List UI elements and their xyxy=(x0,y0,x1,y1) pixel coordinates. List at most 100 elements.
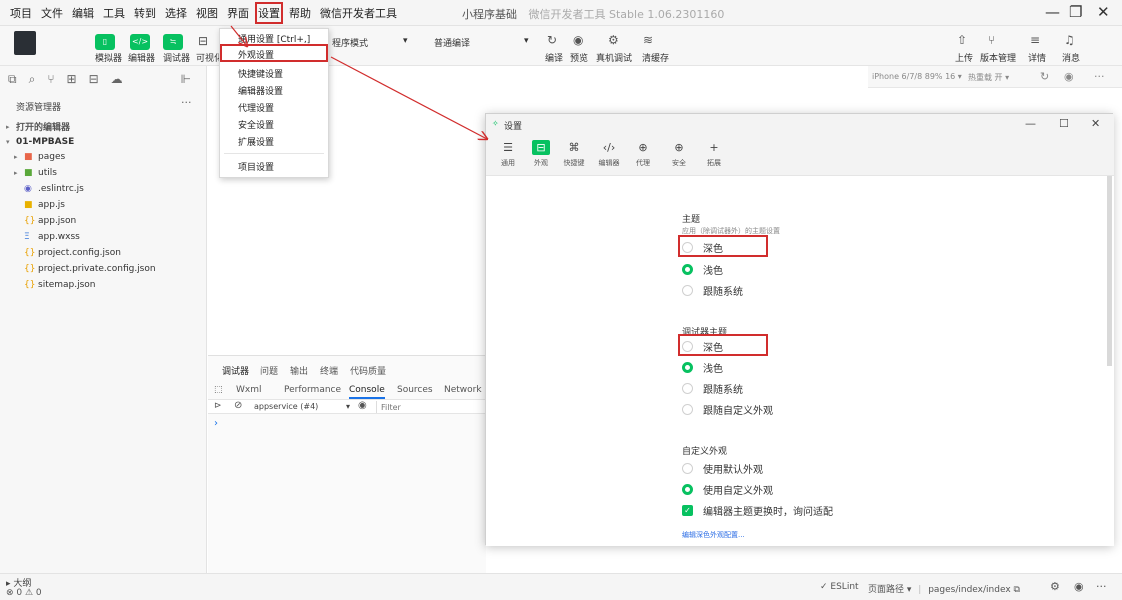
details-icon[interactable]: ≡ xyxy=(1030,33,1040,47)
menu-appearance-settings[interactable]: 外观设置 xyxy=(238,48,274,61)
mode-select-arrow-icon[interactable]: ▾ xyxy=(403,36,408,46)
extensions-icon[interactable]: ⊞ xyxy=(67,72,77,87)
debugger-theme-option-light[interactable]: 浅色 xyxy=(682,360,723,375)
visual-toggle-icon[interactable]: ⊟ xyxy=(198,34,208,48)
eslint-status[interactable]: ✓ ESLint xyxy=(820,582,859,592)
tab-issues[interactable]: 问题 xyxy=(260,364,278,377)
tab-editor[interactable]: ‹/› 编辑器 xyxy=(594,140,624,168)
mode-select[interactable]: 程序模式 xyxy=(332,36,368,49)
minimize-icon[interactable]: — xyxy=(1025,117,1036,130)
list-item[interactable]: {} app.json xyxy=(24,216,76,226)
context-arrow-icon[interactable]: ▾ xyxy=(346,402,350,411)
list-item[interactable]: {} project.config.json xyxy=(24,248,121,258)
more-icon[interactable]: ··· xyxy=(1096,580,1107,593)
tab-terminal[interactable]: 终端 xyxy=(320,364,338,377)
radio-button[interactable] xyxy=(682,264,693,275)
console-prompt[interactable]: › xyxy=(214,418,218,429)
hot-reload-select[interactable]: 热重载 开 ▾ xyxy=(968,72,1009,83)
scrollbar[interactable] xyxy=(1107,176,1112,366)
maximize-icon[interactable]: ☐ xyxy=(1059,117,1069,130)
compile-label[interactable]: 编译 xyxy=(545,51,563,64)
tab-network[interactable]: Network xyxy=(444,385,482,395)
messages-icon[interactable]: ♫ xyxy=(1064,33,1075,47)
source-control-icon[interactable]: ⑂ xyxy=(47,72,54,87)
menu-project[interactable]: 项目 xyxy=(10,5,32,21)
search-icon[interactable]: ⌕ xyxy=(29,72,36,87)
radio-button[interactable] xyxy=(682,285,693,296)
sidebar-toggle-icon[interactable]: ⊳ xyxy=(214,401,222,411)
menu-tools[interactable]: 工具 xyxy=(103,5,125,21)
menu-project-settings[interactable]: 项目设置 xyxy=(238,160,274,173)
preview-label[interactable]: 预览 xyxy=(570,51,588,64)
radio-button[interactable] xyxy=(682,484,693,495)
version-icon[interactable]: ⑂ xyxy=(988,33,995,47)
explorer-more-button[interactable]: ··· xyxy=(181,96,192,109)
tab-shortcuts[interactable]: ⌘ 快捷键 xyxy=(559,140,589,168)
list-item[interactable]: Ξ app.wxss xyxy=(24,232,80,242)
tab-console[interactable]: Console xyxy=(349,385,385,399)
menu-goto[interactable]: 转到 xyxy=(134,5,156,21)
menu-interface[interactable]: 界面 xyxy=(227,5,249,21)
menu-settings[interactable]: 设置 xyxy=(255,2,283,24)
custom-option-custom[interactable]: 使用自定义外观 xyxy=(682,482,773,497)
radio-button[interactable] xyxy=(682,463,693,474)
list-item[interactable]: ▸ ■ pages xyxy=(14,152,65,162)
more-icon[interactable]: ··· xyxy=(1094,70,1105,83)
project-section[interactable]: ▾ 01-MPBASE xyxy=(6,137,74,147)
messages-label[interactable]: 消息 xyxy=(1062,51,1080,64)
editor-toggle-icon[interactable]: </> xyxy=(130,34,150,50)
theme-option-system[interactable]: 跟随系统 xyxy=(682,283,743,298)
list-item[interactable]: ▸ ■ utils xyxy=(14,168,57,178)
preview-icon[interactable]: ◉ xyxy=(573,33,583,47)
clear-cache-label[interactable]: 清缓存 xyxy=(642,51,669,64)
remote-debug-label[interactable]: 真机调试 xyxy=(596,51,632,64)
device-select[interactable]: iPhone 6/7/8 89% 16 ▾ xyxy=(872,72,962,81)
tab-debugger[interactable]: 调试器 xyxy=(222,364,249,377)
close-icon[interactable]: ✕ xyxy=(1091,117,1100,130)
menu-security-settings[interactable]: 安全设置 xyxy=(238,118,274,131)
inspect-icon[interactable]: ⬚ xyxy=(214,385,223,395)
menu-editor-settings[interactable]: 编辑器设置 xyxy=(238,84,283,97)
tab-general[interactable]: ☰ 通用 xyxy=(493,140,523,168)
simulator-toggle-icon[interactable]: ▯ xyxy=(95,34,115,50)
menu-file[interactable]: 文件 xyxy=(41,5,63,21)
preview-eye-icon[interactable]: ◉ xyxy=(1074,580,1084,593)
record-icon[interactable]: ◉ xyxy=(1064,70,1074,83)
upload-icon[interactable]: ⇧ xyxy=(957,33,967,47)
tab-output[interactable]: 输出 xyxy=(290,364,308,377)
open-editors-section[interactable]: ▸ 打开的编辑器 xyxy=(6,120,70,134)
page-path-select[interactable]: 页面路径 ▾ xyxy=(868,585,911,595)
tab-security[interactable]: ⊕ 安全 xyxy=(664,140,694,168)
radio-button[interactable] xyxy=(682,362,693,373)
rotate-icon[interactable]: ↻ xyxy=(1040,70,1049,83)
compile-mode-select[interactable]: 普通编译 xyxy=(434,36,470,49)
tab-extensions[interactable]: + 拓展 xyxy=(699,140,729,168)
menu-extension-settings[interactable]: 扩展设置 xyxy=(238,135,274,148)
debugger-theme-option-system[interactable]: 跟随系统 xyxy=(682,381,743,396)
radio-button[interactable] xyxy=(682,383,693,394)
upload-label[interactable]: 上传 xyxy=(955,51,973,64)
menu-proxy-settings[interactable]: 代理设置 xyxy=(238,101,274,114)
avatar[interactable] xyxy=(14,31,36,55)
menu-select[interactable]: 选择 xyxy=(165,5,187,21)
menu-shortcut-settings[interactable]: 快捷键设置 xyxy=(238,67,283,80)
check-icon[interactable]: ✓ xyxy=(682,505,693,516)
menu-edit[interactable]: 编辑 xyxy=(72,5,94,21)
theme-option-light[interactable]: 浅色 xyxy=(682,262,723,277)
debugger-theme-option-custom[interactable]: 跟随自定义外观 xyxy=(682,402,773,417)
list-item[interactable]: {} sitemap.json xyxy=(24,280,96,290)
list-item[interactable]: ◉ .eslintrc.js xyxy=(24,184,84,194)
minimize-icon[interactable]: — xyxy=(1045,3,1060,21)
tab-sources[interactable]: Sources xyxy=(397,385,433,395)
filter-input[interactable] xyxy=(376,401,482,413)
list-item[interactable]: {} project.private.config.json xyxy=(24,264,156,274)
menu-wechat-devtools[interactable]: 微信开发者工具 xyxy=(320,5,397,21)
radio-button[interactable] xyxy=(682,404,693,415)
clear-console-icon[interactable]: ⊘ xyxy=(234,400,242,411)
cloud-icon[interactable]: ☁ xyxy=(111,72,123,87)
remote-debug-icon[interactable]: ⚙ xyxy=(608,33,619,47)
debug-icon[interactable]: ⚙ xyxy=(1050,580,1060,593)
files-icon[interactable]: ⧉ xyxy=(8,72,17,87)
tab-wxml[interactable]: Wxml xyxy=(236,385,262,395)
eye-icon[interactable]: ◉ xyxy=(358,400,367,411)
